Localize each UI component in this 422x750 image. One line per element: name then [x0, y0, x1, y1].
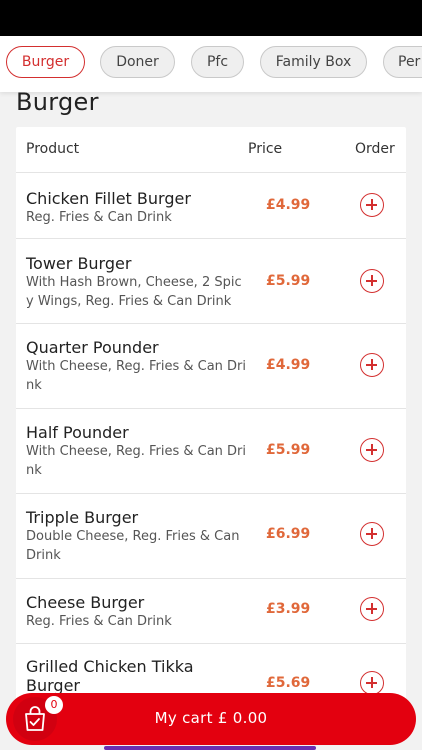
tab-doner[interactable]: Doner — [100, 46, 175, 78]
product-price: £4.99 — [266, 197, 311, 213]
table-row: Tower Burger With Hash Brown, Cheese, 2 … — [16, 239, 406, 324]
product-price: £4.99 — [266, 357, 311, 373]
add-to-cart-icon[interactable] — [360, 193, 384, 217]
product-name: Chicken Fillet Burger — [26, 189, 191, 208]
product-name: Quarter Pounder — [26, 338, 159, 357]
product-price: £5.99 — [266, 442, 311, 458]
product-name: Tripple Burger — [26, 508, 139, 527]
category-tabs: Burger Doner Pfc Family Box Per — [0, 36, 422, 92]
header-order: Order — [355, 141, 395, 157]
status-bar — [0, 0, 422, 36]
add-to-cart-icon[interactable] — [360, 269, 384, 293]
product-description: Double Cheese, Reg. Fries & Can Drink — [26, 529, 240, 563]
add-to-cart-icon[interactable] — [360, 438, 384, 462]
header-price: Price — [248, 141, 283, 157]
table-row: Cheese Burger Reg. Fries & Can Drink £3.… — [16, 579, 406, 644]
product-table: Product Price Order Chicken Fillet Burge… — [16, 127, 406, 717]
add-to-cart-icon[interactable] — [360, 671, 384, 695]
product-price: £6.99 — [266, 526, 311, 542]
section-title: Burger — [16, 88, 99, 116]
product-description: With Hash Brown, Cheese, 2 Spicy Wings, … — [26, 275, 242, 309]
table-row: Tripple Burger Double Cheese, Reg. Fries… — [16, 494, 406, 579]
product-price: £5.99 — [266, 273, 311, 289]
product-price: £5.69 — [266, 675, 311, 691]
product-name: Cheese Burger — [26, 593, 145, 612]
tab-per[interactable]: Per — [383, 46, 422, 78]
tab-family-box[interactable]: Family Box — [260, 46, 367, 78]
table-header: Product Price Order — [16, 127, 406, 173]
add-to-cart-icon[interactable] — [360, 353, 384, 377]
product-description: Reg. Fries & Can Drink — [26, 210, 172, 225]
header-product: Product — [26, 141, 80, 157]
tab-pfc[interactable]: Pfc — [191, 46, 244, 78]
add-to-cart-icon[interactable] — [360, 522, 384, 546]
cart-button[interactable]: 0 My cart £ 0.00 — [6, 693, 416, 745]
table-row: Chicken Fillet Burger Reg. Fries & Can D… — [16, 173, 406, 239]
cart-summary: My cart £ 0.00 — [6, 709, 416, 727]
product-description: With Cheese, Reg. Fries & Can Drink — [26, 359, 247, 393]
product-name: Grilled Chicken Tikka Burger — [26, 657, 194, 695]
product-price: £3.99 — [266, 601, 311, 617]
cart-total: £ 0.00 — [217, 709, 268, 727]
table-row: Half Pounder With Cheese, Reg. Fries & C… — [16, 409, 406, 494]
product-name: Half Pounder — [26, 423, 129, 442]
cart-label: My cart — [154, 709, 213, 727]
table-row: Quarter Pounder With Cheese, Reg. Fries … — [16, 324, 406, 409]
product-description: With Cheese, Reg. Fries & Can Drink — [26, 444, 247, 478]
product-description: Reg. Fries & Can Drink — [26, 614, 172, 629]
home-indicator — [104, 746, 316, 750]
tab-burger[interactable]: Burger — [6, 46, 85, 78]
product-name: Tower Burger — [26, 254, 132, 273]
add-to-cart-icon[interactable] — [360, 597, 384, 621]
